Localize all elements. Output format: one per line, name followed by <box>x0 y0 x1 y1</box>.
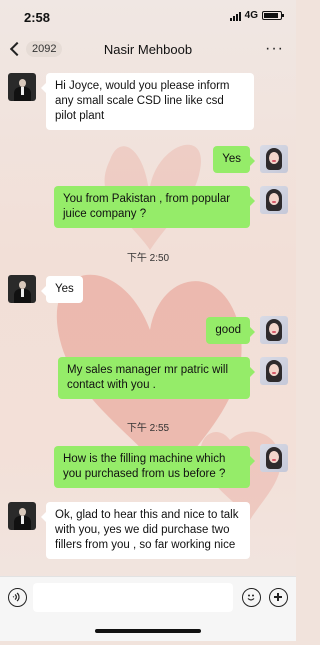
message-bubble-incoming[interactable]: Yes <box>41 276 83 303</box>
message-bubble-outgoing[interactable]: Yes <box>213 146 255 173</box>
battery-icon <box>262 11 284 20</box>
message-bubble-outgoing[interactable]: good <box>206 317 255 344</box>
network-label: 4G <box>244 10 258 21</box>
chat-header: 2092 Nasir Mehboob ··· <box>0 34 296 66</box>
system-indicators: 4G <box>229 10 284 21</box>
my-avatar[interactable] <box>260 316 288 344</box>
message-bubble-incoming[interactable]: Hi Joyce, would you please inform any sm… <box>41 73 254 130</box>
more-icon[interactable]: ··· <box>265 40 284 58</box>
status-bar: 2:58 4G <box>0 0 296 34</box>
message-bubble-outgoing[interactable]: How is the filling machine which you pur… <box>54 446 255 488</box>
message-bubble-incoming[interactable]: Ok, glad to hear this and nice to talk w… <box>41 502 250 559</box>
my-avatar[interactable] <box>260 145 288 173</box>
contact-avatar[interactable] <box>8 275 36 303</box>
emoji-icon[interactable] <box>242 588 261 607</box>
message-timestamp: 下午 2:50 <box>126 253 170 264</box>
my-avatar[interactable] <box>260 357 288 385</box>
my-avatar[interactable] <box>260 444 288 472</box>
message-input[interactable] <box>33 583 233 612</box>
home-indicator <box>95 629 201 633</box>
status-time: 2:58 <box>24 10 51 25</box>
contact-avatar[interactable] <box>8 73 36 101</box>
plus-icon[interactable] <box>269 588 288 607</box>
contact-avatar[interactable] <box>8 502 36 530</box>
message-timestamp: 下午 2:55 <box>126 423 170 434</box>
message-bubble-outgoing[interactable]: You from Pakistan , from popular juice c… <box>54 186 255 228</box>
voice-icon[interactable] <box>8 588 27 607</box>
contact-name: Nasir Mehboob <box>103 42 193 57</box>
my-avatar[interactable] <box>260 186 288 214</box>
message-bubble-outgoing[interactable]: My sales manager mr patric will contact … <box>58 357 255 399</box>
signal-icon <box>229 11 241 21</box>
